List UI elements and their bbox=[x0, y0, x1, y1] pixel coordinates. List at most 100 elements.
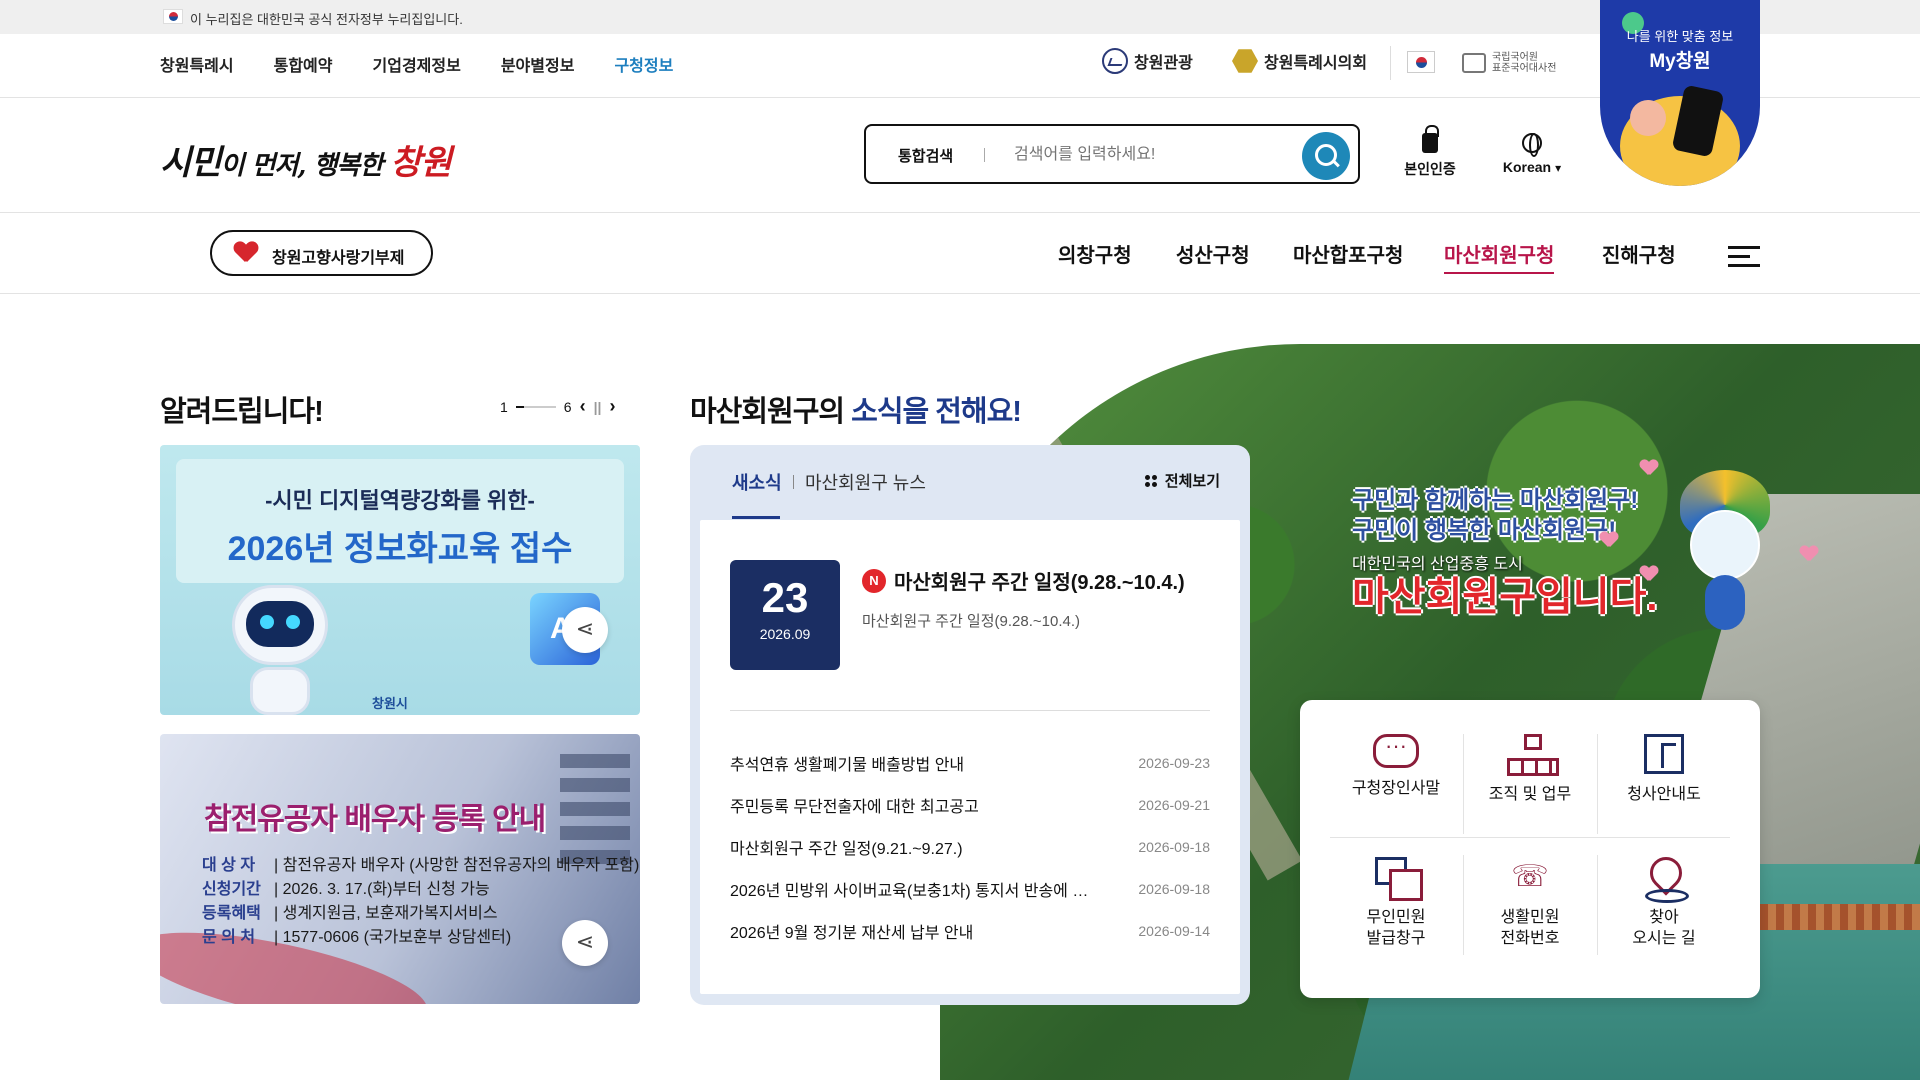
util-link-changwon[interactable]: 창원특례시 bbox=[160, 52, 234, 76]
news-list-panel: 23 2026.09 N 마산회원구 주간 일정(9.28.~10.4.) 마산… bbox=[700, 520, 1240, 994]
globe-icon bbox=[1522, 133, 1542, 157]
tab-district-news[interactable]: 마산회원구 뉴스 bbox=[805, 469, 926, 495]
quick-menu: 구청장인사말 조직 및 업무 청사안내도 무인민원 발급창구 ☏ 생활민원 전화… bbox=[1300, 700, 1760, 998]
tourism-label: 창원관광 bbox=[1134, 55, 1193, 72]
view-all-label: 전체보기 bbox=[1164, 473, 1220, 490]
hometown-donation-button[interactable]: 창원고향사랑기부제 bbox=[210, 230, 433, 276]
council-label: 창원특례시의회 bbox=[1264, 55, 1368, 72]
taegukgi-icon[interactable] bbox=[1407, 51, 1435, 73]
language-selector[interactable]: Korean ▾ bbox=[1496, 133, 1568, 177]
news-section-title: 마산회원구의 소식을 전해요! bbox=[690, 388, 1022, 430]
logo-part3: 창원 bbox=[390, 143, 452, 183]
dictionary-line2: 표준국어대사전 bbox=[1492, 63, 1557, 74]
person-illustration bbox=[1630, 100, 1666, 136]
search-input[interactable] bbox=[1014, 140, 1294, 170]
dictionary-icon bbox=[1462, 53, 1486, 73]
tab-news[interactable]: 새소식 bbox=[732, 469, 782, 495]
quick-building-map-label: 청사안내도 bbox=[1627, 786, 1701, 803]
quick-phone-numbers[interactable]: ☏ 생활민원 전화번호 bbox=[1463, 845, 1597, 965]
banner2-row: 대 상 자 | 참전유공자 배우자 (사망한 참전유공자의 배우자 포함) bbox=[202, 854, 639, 878]
divider bbox=[1390, 46, 1391, 80]
site-logo[interactable]: 시민이 먼저, 행복한 창원 bbox=[160, 135, 452, 184]
language-label: Korean bbox=[1502, 159, 1552, 175]
util-link-gu-office[interactable]: 구청정보 bbox=[614, 52, 673, 76]
tourism-link[interactable]: 창원관광 bbox=[1102, 48, 1193, 74]
pause-icon[interactable]: || bbox=[594, 399, 602, 415]
quick-kiosk-label: 무인민원 발급창구 bbox=[1366, 909, 1426, 947]
heart-decoration-icon bbox=[1600, 532, 1618, 548]
my-changwon-title: My창원 bbox=[1649, 51, 1711, 72]
banner1-line2: 2026년 정보화교육 접수 bbox=[227, 530, 573, 568]
council-link[interactable]: 창원특례시의회 bbox=[1232, 48, 1367, 74]
quick-organization-label: 조직 및 업무 bbox=[1488, 786, 1572, 803]
view-all-button[interactable]: 전체보기 bbox=[1144, 470, 1220, 491]
korea-flag-icon bbox=[163, 9, 183, 24]
news-item-date: 2026-09-21 bbox=[1138, 797, 1210, 813]
row-key: 문 의 처 bbox=[202, 929, 256, 946]
my-changwon-badge[interactable]: 나를 위한 맞춤 정보 My창원 bbox=[1600, 0, 1760, 186]
row-value: 1577-0606 (국가보훈부 상담센터) bbox=[282, 929, 512, 946]
banner-veteran-spouse[interactable]: 참전유공자 배우자 등록 안내 대 상 자 | 참전유공자 배우자 (사망한 참전… bbox=[160, 734, 640, 1004]
hero-line4: 마산회원구입니다. bbox=[1352, 575, 1658, 619]
quick-greeting[interactable]: 구청장인사말 bbox=[1329, 722, 1463, 842]
heart-decoration-icon bbox=[1800, 546, 1818, 562]
share-icon[interactable] bbox=[562, 607, 608, 653]
util-link-reservation[interactable]: 통합예약 bbox=[274, 52, 333, 76]
row-key: 신청기간 bbox=[202, 881, 261, 898]
featured-news-title: 마산회원구 주간 일정(9.28.~10.4.) bbox=[894, 572, 1185, 594]
kiosk-icon bbox=[1373, 857, 1423, 901]
council-emblem-icon bbox=[1232, 49, 1258, 73]
robot-visor bbox=[246, 601, 314, 647]
heart-decoration-icon bbox=[1640, 566, 1658, 582]
quick-building-map[interactable]: 청사안내도 bbox=[1597, 722, 1731, 842]
logo-part2: 이 먼저, 행복한 bbox=[220, 151, 391, 181]
dictionary-link[interactable]: 국립국어원 표준국어대사전 bbox=[1462, 52, 1556, 74]
chevron-left-icon[interactable]: ‹ bbox=[580, 396, 586, 417]
news-item[interactable]: 추석연휴 생활폐기물 배출방법 안내 2026-09-23 bbox=[730, 742, 1210, 784]
news-item[interactable]: 주민등록 무단전출자에 대한 최고공고 2026-09-21 bbox=[730, 784, 1210, 826]
search-divider bbox=[984, 148, 985, 162]
news-card: 새소식 마산회원구 뉴스 전체보기 23 2026.09 N 마산회원구 주간 … bbox=[690, 445, 1250, 1005]
tab-active-underline bbox=[732, 516, 780, 519]
menu-masanhoewon-gu[interactable]: 마산회원구청 bbox=[1444, 239, 1555, 274]
quick-directions[interactable]: 찾아 오시는 길 bbox=[1597, 845, 1731, 965]
notice-title: 알려드립니다! bbox=[160, 396, 324, 428]
search-box: 통합검색 bbox=[864, 124, 1360, 184]
menu-masanhappo-gu[interactable]: 마산합포구청 bbox=[1293, 239, 1403, 268]
featured-year-month: 2026.09 bbox=[759, 626, 811, 642]
notice-pager: 1 6 ‹ || › bbox=[500, 396, 615, 417]
banner-info-education[interactable]: -시민 디지털역량강화를 위한- 2026년 정보화교육 접수 AI 창원시 bbox=[160, 445, 640, 715]
mascot-face bbox=[1690, 510, 1760, 580]
menu-uichang-gu[interactable]: 의창구청 bbox=[1058, 239, 1132, 268]
dictionary-line1: 국립국어원 bbox=[1492, 52, 1538, 63]
banner2-title: 참전유공자 배우자 등록 안내 bbox=[204, 803, 546, 836]
railing-decoration bbox=[1760, 904, 1920, 930]
identity-verification-button[interactable]: 본인인증 bbox=[1402, 125, 1458, 179]
search-button[interactable] bbox=[1302, 132, 1350, 180]
share-icon[interactable] bbox=[562, 920, 608, 966]
quick-organization[interactable]: 조직 및 업무 bbox=[1463, 722, 1597, 842]
search-scope[interactable]: 통합검색 bbox=[898, 145, 953, 166]
featured-news-link[interactable]: N 마산회원구 주간 일정(9.28.~10.4.) bbox=[862, 566, 1185, 595]
news-item[interactable]: 2026년 9월 정기분 재산세 납부 안내 2026-09-14 bbox=[730, 910, 1210, 952]
util-link-fields[interactable]: 분야별정보 bbox=[501, 52, 575, 76]
menu-jinhae-gu[interactable]: 진해구청 bbox=[1602, 239, 1676, 268]
tab-divider bbox=[793, 475, 794, 489]
hometown-donation-label: 창원고향사랑기부제 bbox=[272, 250, 405, 267]
featured-date-box: 23 2026.09 bbox=[730, 560, 840, 670]
util-link-business[interactable]: 기업경제정보 bbox=[373, 52, 461, 76]
my-changwon-subtitle: 나를 위한 맞춤 정보 bbox=[1626, 29, 1734, 44]
chevron-down-icon: ▾ bbox=[1555, 161, 1562, 175]
hamburger-menu-icon[interactable] bbox=[1728, 246, 1760, 267]
chevron-right-icon[interactable]: › bbox=[609, 396, 615, 417]
main-nav: 창원고향사랑기부제 의창구청 성산구청 마산합포구청 마산회원구청 진해구청 bbox=[0, 212, 1920, 294]
menu-seongsan-gu[interactable]: 성산구청 bbox=[1176, 239, 1250, 268]
heart-icon bbox=[234, 242, 258, 264]
news-item[interactable]: 2026년 민방위 사이버교육(보충1차) 통지서 반송에 따른 공시송달 공고… bbox=[730, 868, 1210, 910]
quick-directions-label: 찾아 오시는 길 bbox=[1632, 909, 1696, 947]
quick-kiosk[interactable]: 무인민원 발급창구 bbox=[1329, 845, 1463, 965]
pager-progress bbox=[515, 405, 556, 408]
changwon-city-logo: 창원시 bbox=[372, 696, 408, 711]
news-item[interactable]: 마산회원구 주간 일정(9.21.~9.27.) 2026-09-18 bbox=[730, 826, 1210, 868]
tourism-icon bbox=[1102, 48, 1128, 74]
